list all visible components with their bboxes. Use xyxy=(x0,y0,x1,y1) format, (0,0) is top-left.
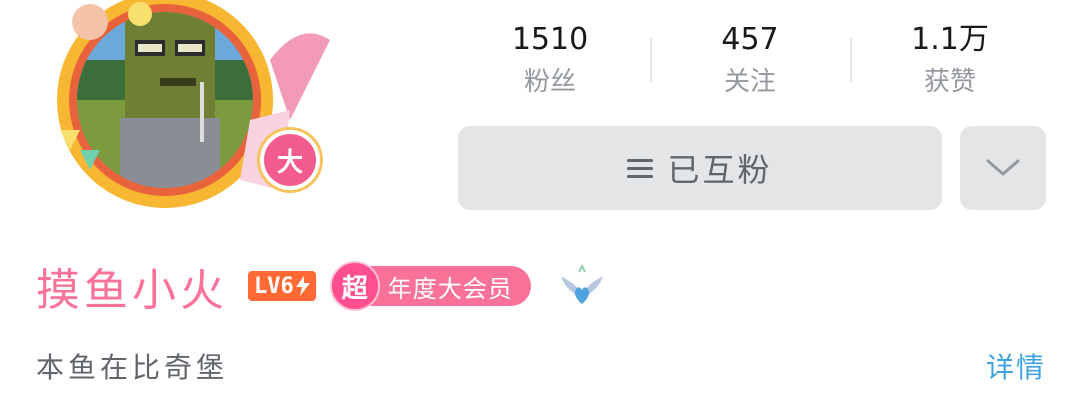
follow-status-button[interactable]: 已互粉 xyxy=(458,126,942,210)
name-row: 摸鱼小火 LV6 超 年度大会员 xyxy=(36,256,607,316)
detail-link[interactable]: 详情 xyxy=(986,346,1046,386)
vip-badge[interactable]: 超 年度大会员 xyxy=(329,261,531,311)
stat-label: 关注 xyxy=(723,67,776,97)
chevron-down-icon xyxy=(986,159,1020,176)
stat-value: 1.1万 xyxy=(911,22,989,57)
stat-label: 获赞 xyxy=(923,67,976,97)
stat-value: 457 xyxy=(721,22,779,57)
stat-likes[interactable]: 1.1万 获赞 xyxy=(850,18,1050,108)
signature-text: 本鱼在比奇堡 xyxy=(36,351,229,384)
level-badge: 大 xyxy=(260,130,320,190)
menu-lines-icon xyxy=(627,154,654,183)
user-level-badge: LV6 xyxy=(248,271,316,301)
vip-super-icon: 超 xyxy=(329,261,380,311)
stat-label: 粉丝 xyxy=(523,67,576,97)
stat-following[interactable]: 457 关注 xyxy=(650,18,850,108)
vip-label: 年度大会员 xyxy=(387,274,513,303)
username: 摸鱼小火 xyxy=(36,265,228,316)
signature-row: 本鱼在比奇堡 详情 xyxy=(36,346,1046,390)
user-level-label: LV6 xyxy=(254,273,294,299)
more-options-button[interactable] xyxy=(960,126,1046,210)
follow-status-label: 已互粉 xyxy=(667,151,773,189)
stat-value: 1510 xyxy=(511,22,589,57)
lightning-icon xyxy=(295,276,310,296)
stat-fans[interactable]: 1510 粉丝 xyxy=(450,18,650,108)
avatar-container[interactable]: 大 xyxy=(40,0,340,220)
stats-bar: 1510 粉丝 457 关注 1.1万 获赞 xyxy=(450,18,1050,108)
heart-wings-icon[interactable] xyxy=(557,264,607,308)
